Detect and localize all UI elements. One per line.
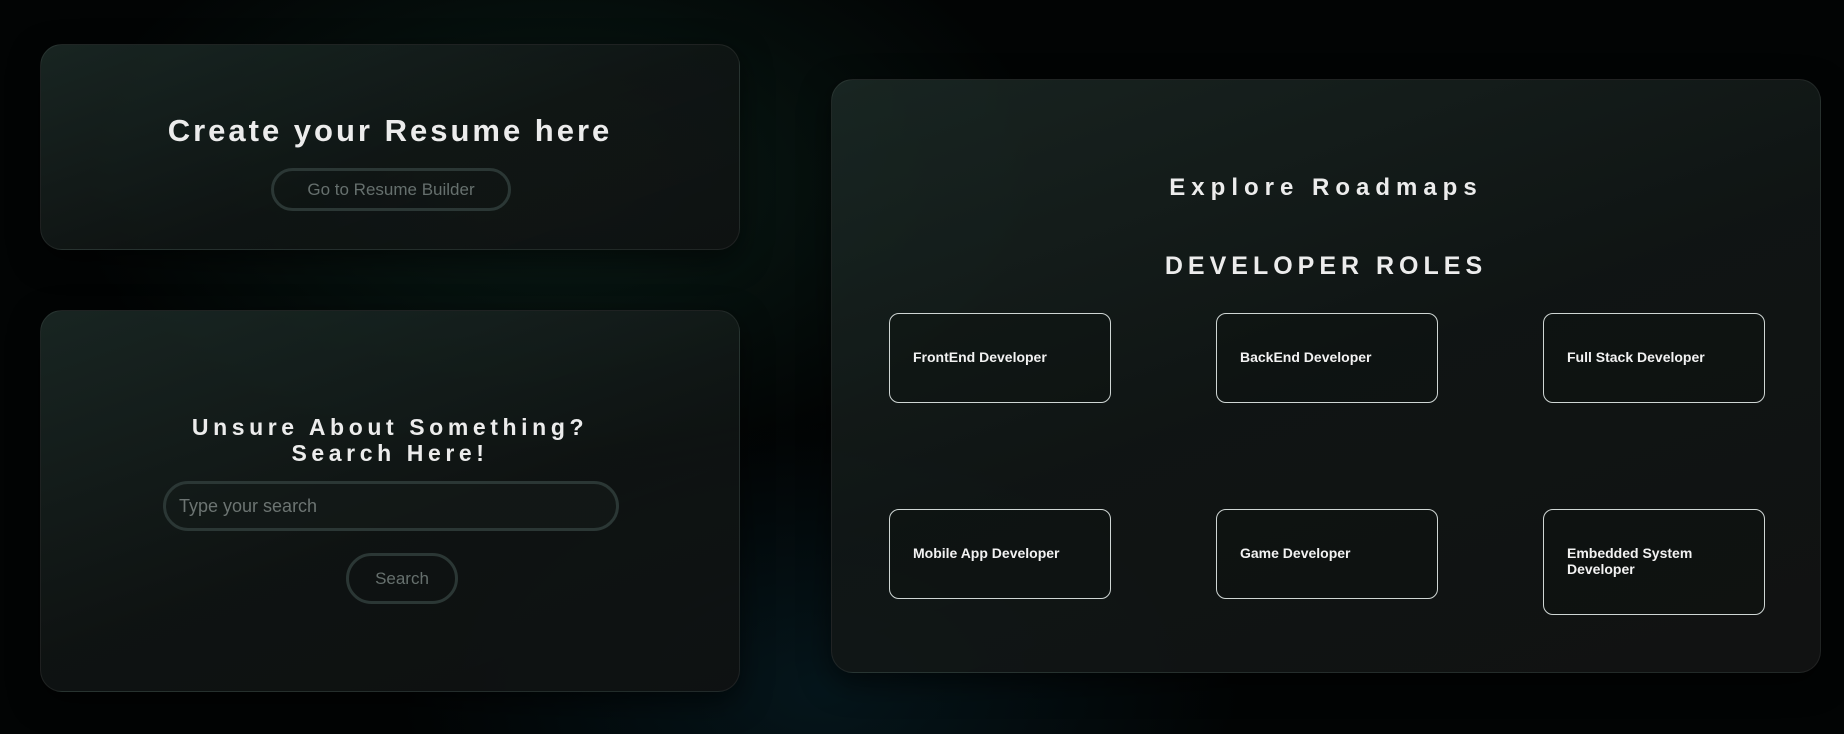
- role-card-label: BackEnd Developer: [1240, 349, 1372, 365]
- role-card-label: Embedded System Developer: [1567, 545, 1693, 577]
- role-card-mobile-app[interactable]: Mobile App Developer: [889, 509, 1111, 599]
- roadmaps-card: Explore Roadmaps DEVELOPER ROLES FrontEn…: [831, 79, 1821, 673]
- role-card-embedded-system[interactable]: Embedded System Developer: [1543, 509, 1765, 615]
- resume-title: Create your Resume here: [167, 113, 613, 148]
- search-title: Unsure About Something? Search Here!: [41, 414, 739, 466]
- search-button[interactable]: Search: [346, 553, 458, 604]
- role-card-label: FrontEnd Developer: [913, 349, 1047, 365]
- role-card-full-stack[interactable]: Full Stack Developer: [1543, 313, 1765, 403]
- search-title-line-1: Unsure About Something?: [191, 414, 589, 440]
- role-card-label: Game Developer: [1240, 545, 1351, 561]
- developer-roles-heading: DEVELOPER ROLES: [1164, 252, 1488, 280]
- role-card-backend[interactable]: BackEnd Developer: [1216, 313, 1438, 403]
- search-title-line-2: Search Here!: [291, 440, 489, 466]
- search-input[interactable]: [163, 481, 619, 531]
- resume-builder-button[interactable]: Go to Resume Builder: [271, 168, 511, 211]
- role-card-label: Full Stack Developer: [1567, 349, 1705, 365]
- resume-card: Create your Resume here Go to Resume Bui…: [40, 44, 740, 250]
- search-card: Unsure About Something? Search Here! Sea…: [40, 310, 740, 692]
- role-card-frontend[interactable]: FrontEnd Developer: [889, 313, 1111, 403]
- role-card-label: Mobile App Developer: [913, 545, 1060, 561]
- roadmaps-title: Explore Roadmaps: [1169, 174, 1483, 201]
- role-card-game[interactable]: Game Developer: [1216, 509, 1438, 599]
